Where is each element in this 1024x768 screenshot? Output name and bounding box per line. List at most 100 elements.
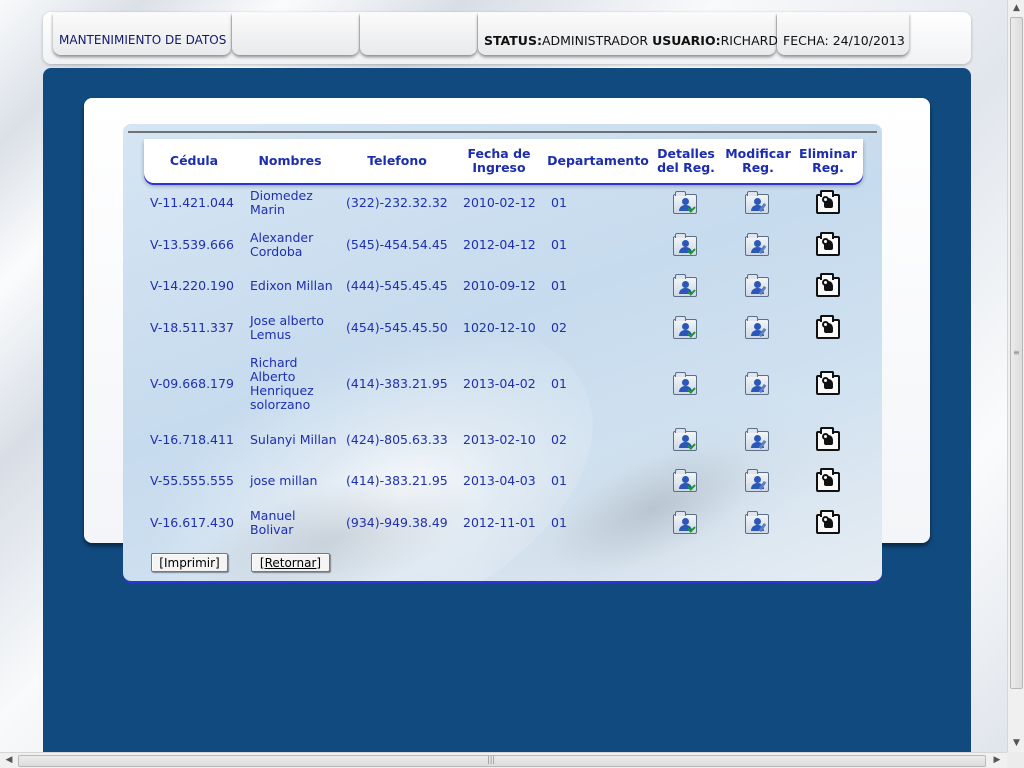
cell-departamento: 01 xyxy=(551,515,567,530)
details-icon[interactable] xyxy=(673,372,699,397)
person-shape xyxy=(751,435,764,448)
horizontal-scroll-thumb[interactable] xyxy=(18,755,986,767)
user-folder-icon xyxy=(745,428,769,451)
delete-icon[interactable] xyxy=(816,190,842,216)
edit-icon[interactable] xyxy=(745,191,771,216)
delete-icon[interactable] xyxy=(816,315,842,341)
lens-shape xyxy=(822,279,829,286)
details-icon[interactable] xyxy=(673,511,699,536)
delete-icon[interactable] xyxy=(816,232,842,258)
cell-telefono: (322)-232.32.32 xyxy=(346,195,448,210)
cell-fecha-ingreso: 2013-04-02 xyxy=(463,376,536,391)
lens-shape xyxy=(822,377,829,384)
details-icon[interactable] xyxy=(673,233,699,258)
person-shape xyxy=(679,198,692,211)
scrollbar-corner xyxy=(1007,752,1024,768)
vertical-scrollbar[interactable]: ▲ ≡ ▼ xyxy=(1007,0,1024,752)
person-shape xyxy=(751,323,764,336)
lens-shape xyxy=(822,433,829,440)
delete-folder-icon xyxy=(816,468,840,492)
user-folder-icon xyxy=(745,511,769,534)
person-shape xyxy=(751,518,764,531)
scroll-up-icon[interactable]: ▲ xyxy=(1010,1,1023,15)
edit-icon[interactable] xyxy=(745,316,771,341)
cell-nombres: Alexander Cordoba xyxy=(250,230,314,259)
edit-icon[interactable] xyxy=(745,274,771,299)
cell-telefono: (444)-545.45.45 xyxy=(346,278,448,293)
delete-icon[interactable] xyxy=(816,273,842,299)
cell-departamento: 01 xyxy=(551,278,567,293)
lens-shape xyxy=(822,238,829,245)
person-shape xyxy=(751,379,764,392)
user-label: USUARIO: xyxy=(652,33,721,48)
cell-cedula: V-11.421.044 xyxy=(150,195,234,210)
cell-fecha-ingreso: 2012-11-01 xyxy=(463,515,536,530)
delete-icon[interactable] xyxy=(816,468,842,494)
delete-icon[interactable] xyxy=(816,427,842,453)
col-detalles: Detalles del Reg. xyxy=(657,146,715,175)
delete-folder-icon xyxy=(816,315,840,339)
scroll-down-icon[interactable]: ▼ xyxy=(1010,736,1023,750)
details-icon[interactable] xyxy=(673,469,699,494)
delete-icon[interactable] xyxy=(816,371,842,397)
user-folder-icon xyxy=(745,316,769,339)
person-shape xyxy=(679,281,692,294)
cell-cedula: V-55.555.555 xyxy=(150,473,234,488)
edit-icon[interactable] xyxy=(745,428,771,453)
user-folder-icon xyxy=(673,274,697,297)
user-folder-icon xyxy=(673,372,697,395)
details-icon[interactable] xyxy=(673,428,699,453)
person-shape xyxy=(679,323,692,336)
delete-folder-icon xyxy=(816,273,840,297)
delete-folder-icon xyxy=(816,371,840,395)
delete-folder-icon xyxy=(816,427,840,451)
details-icon[interactable] xyxy=(673,316,699,341)
user-folder-icon xyxy=(673,428,697,451)
cell-cedula: V-13.539.666 xyxy=(150,237,234,252)
scroll-right-icon[interactable]: ▶ xyxy=(990,754,1004,767)
status-label: STATUS: xyxy=(484,33,542,48)
header-empty-slot-1 xyxy=(232,13,359,55)
details-icon[interactable] xyxy=(673,274,699,299)
person-shape xyxy=(751,240,764,253)
edit-icon[interactable] xyxy=(745,233,771,258)
delete-folder-icon xyxy=(816,510,840,534)
cell-nombres: Edixon Millan xyxy=(250,278,333,293)
details-icon[interactable] xyxy=(673,191,699,216)
col-eliminar: Eliminar Reg. xyxy=(799,146,857,175)
col-fecha-ingreso: Fecha de Ingreso xyxy=(467,146,531,175)
cell-nombres: Richard Alberto Henriquez solorzano xyxy=(250,355,314,412)
edit-icon[interactable] xyxy=(745,511,771,536)
edit-icon[interactable] xyxy=(745,469,771,494)
user-value: RICHARD xyxy=(720,33,778,48)
cell-cedula: V-14.220.190 xyxy=(150,278,234,293)
col-telefono: Telefono xyxy=(367,153,427,168)
return-button[interactable]: [Retornar] xyxy=(251,553,330,572)
delete-icon[interactable] xyxy=(816,510,842,536)
cell-telefono: (934)-949.38.49 xyxy=(346,515,448,530)
user-status: STATUS:ADMINISTRADOR USUARIO:RICHARD xyxy=(478,13,778,55)
grip-icon: ||| xyxy=(487,755,496,764)
cell-fecha-ingreso: 2012-04-12 xyxy=(463,237,536,252)
col-departamento: Departamento xyxy=(547,153,649,168)
cell-departamento: 01 xyxy=(551,376,567,391)
person-shape xyxy=(679,518,692,531)
cell-cedula: V-16.718.411 xyxy=(150,432,234,447)
cell-fecha-ingreso: 2013-04-03 xyxy=(463,473,536,488)
cell-departamento: 01 xyxy=(551,473,567,488)
cell-departamento: 01 xyxy=(551,195,567,210)
edit-icon[interactable] xyxy=(745,372,771,397)
cell-telefono: (414)-383.21.95 xyxy=(346,473,448,488)
table-header: Cédula Nombres Telefono Fecha de Ingreso… xyxy=(144,139,863,183)
col-cedula: Cédula xyxy=(169,153,219,168)
print-button[interactable]: [Imprimir] xyxy=(151,553,228,572)
lens-shape xyxy=(822,516,829,523)
person-shape xyxy=(679,379,692,392)
person-shape xyxy=(751,198,764,211)
horizontal-scrollbar[interactable]: ◀ ||| ▶ xyxy=(0,752,1007,768)
user-folder-icon xyxy=(745,233,769,256)
user-folder-icon xyxy=(745,274,769,297)
scroll-left-icon[interactable]: ◀ xyxy=(2,754,16,767)
cell-fecha-ingreso: 2010-02-12 xyxy=(463,195,536,210)
cell-cedula: V-09.668.179 xyxy=(150,376,234,391)
